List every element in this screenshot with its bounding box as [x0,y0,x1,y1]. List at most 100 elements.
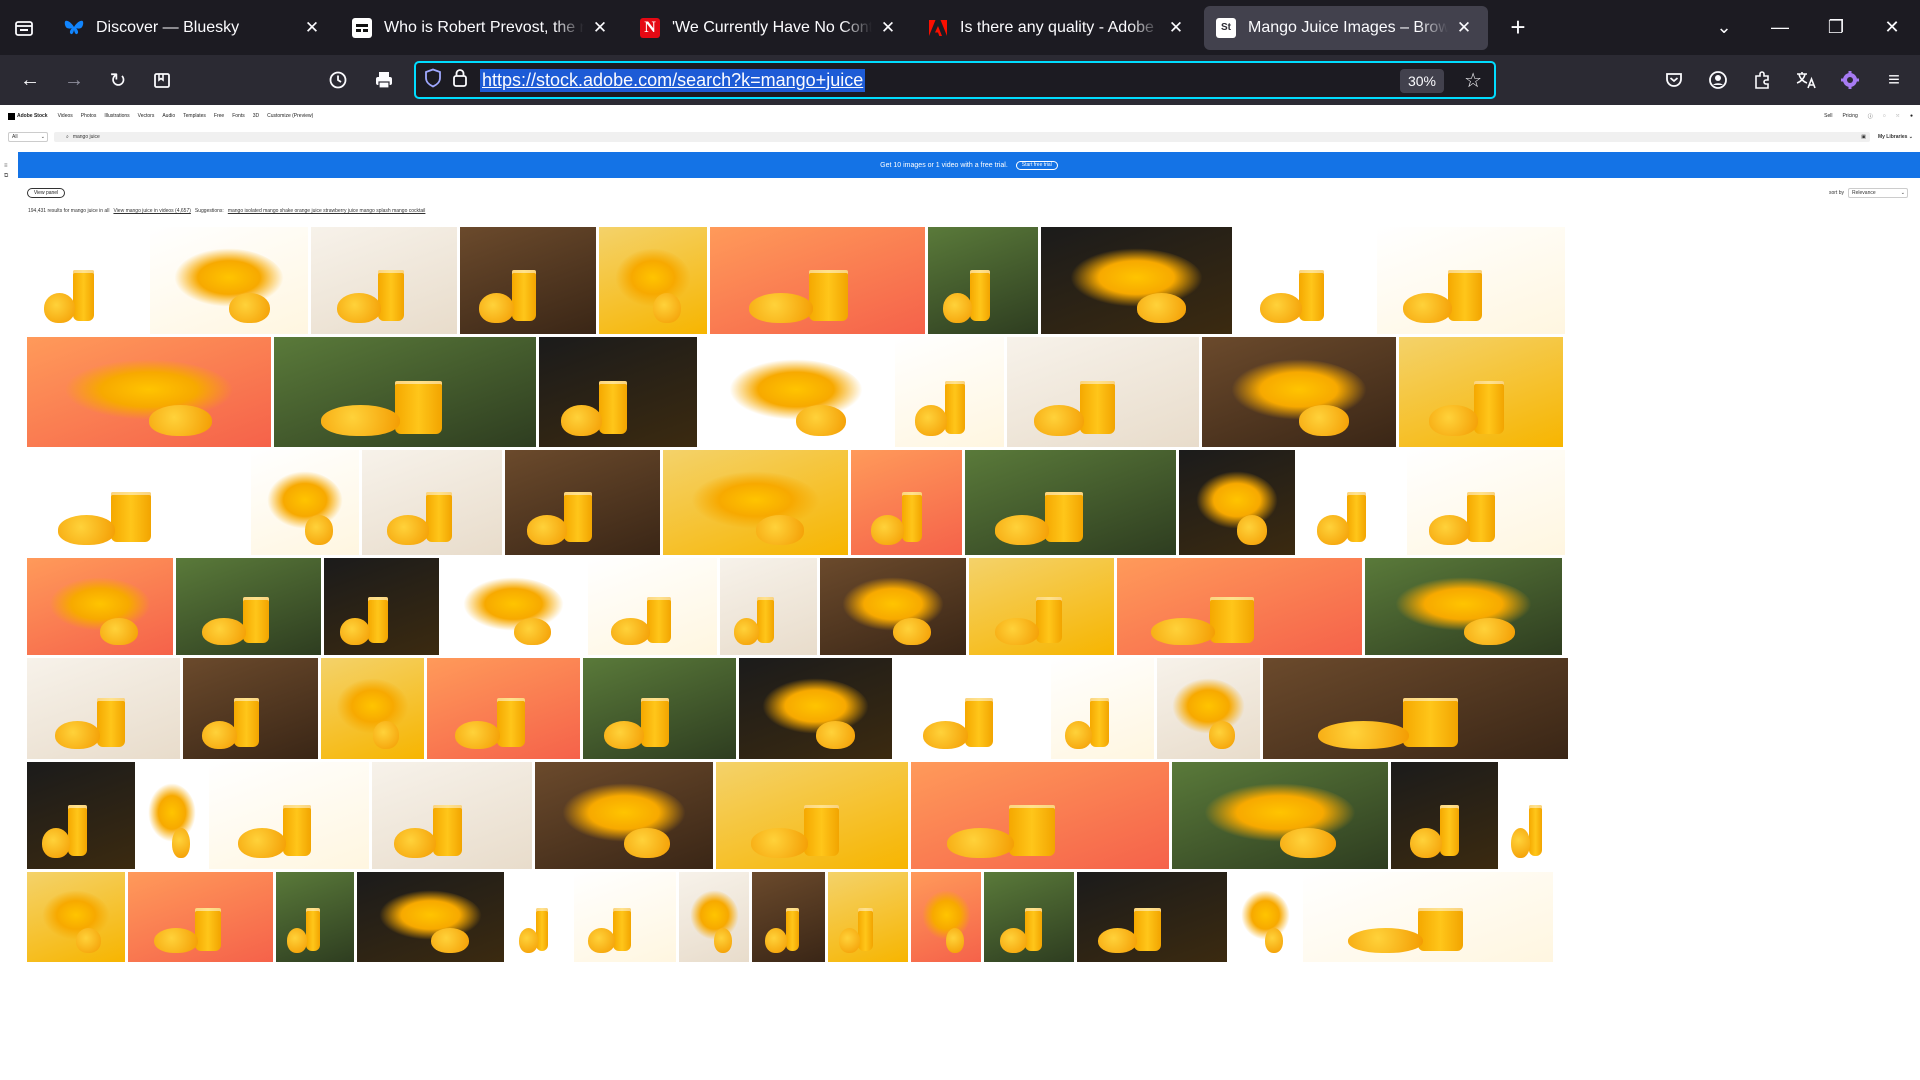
result-thumbnail[interactable] [535,762,713,869]
asset-type-filter[interactable]: All ⌄ [8,132,48,142]
result-thumbnail[interactable] [599,227,707,334]
result-thumbnail[interactable] [895,337,1004,447]
visual-search-icon[interactable]: ▣ [1861,134,1866,140]
result-thumbnail[interactable] [1007,337,1199,447]
result-thumbnail[interactable] [442,558,585,655]
result-thumbnail[interactable] [427,658,580,759]
nav-3d[interactable]: 3D [253,113,259,119]
result-thumbnail[interactable] [911,872,981,962]
avatar[interactable]: ● [1910,113,1913,119]
adobe-stock-logo[interactable]: Adobe Stock [8,112,48,120]
result-thumbnail[interactable] [911,762,1169,869]
extensions-icon[interactable] [1740,60,1784,100]
result-thumbnail[interactable] [372,762,532,869]
result-thumbnail[interactable] [700,337,892,447]
result-thumbnail[interactable] [969,558,1114,655]
minimize-button[interactable]: — [1752,0,1808,55]
result-thumbnail[interactable] [1230,872,1300,962]
result-thumbnail[interactable] [1117,558,1362,655]
result-thumbnail[interactable] [138,762,206,869]
result-thumbnail[interactable] [27,558,173,655]
reload-icon[interactable]: ↻ [96,60,140,100]
result-thumbnail[interactable] [321,658,424,759]
result-thumbnail[interactable] [1391,762,1498,869]
address-bar[interactable]: https://stock.adobe.com/search?k=mango+j… [414,61,1496,99]
nav-audio[interactable]: Audio [162,113,175,119]
result-thumbnail[interactable] [357,872,504,962]
nav-vectors[interactable]: Vectors [138,113,155,119]
close-tab-icon[interactable]: ✕ [1166,18,1186,38]
sell-link[interactable]: Sell [1824,113,1832,119]
restore-button[interactable]: ❐ [1808,0,1864,55]
result-thumbnail[interactable] [1377,227,1565,334]
result-thumbnail[interactable] [739,658,892,759]
result-thumbnail[interactable] [588,558,717,655]
start-free-trial-button[interactable]: Start free trial [1015,160,1058,170]
result-thumbnail[interactable] [583,658,736,759]
nav-templates[interactable]: Templates [183,113,206,119]
result-thumbnail[interactable] [828,872,908,962]
bookmark-star-icon[interactable]: ☆ [1464,68,1482,93]
result-thumbnail[interactable] [1179,450,1295,555]
filters-icon[interactable]: ≡ [4,163,8,169]
close-tab-icon[interactable]: ✕ [1454,18,1474,38]
forward-icon[interactable]: → [52,60,96,100]
result-thumbnail[interactable] [1051,658,1154,759]
result-thumbnail[interactable] [209,762,369,869]
result-thumbnail[interactable] [150,227,308,334]
result-thumbnail[interactable] [710,227,925,334]
view-videos-link[interactable]: View mango juice in videos (4,657) [113,208,190,214]
tab-mango-juice[interactable]: St Mango Juice Images – Browse ✕ [1204,5,1488,50]
result-thumbnail[interactable] [928,227,1038,334]
result-thumbnail[interactable] [505,450,660,555]
result-thumbnail[interactable] [716,762,908,869]
search-input[interactable]: ⌕ mango juice ▣ [54,132,1870,142]
result-thumbnail[interactable] [1298,450,1404,555]
result-thumbnail[interactable] [1172,762,1388,869]
result-thumbnail[interactable] [1263,658,1568,759]
result-thumbnail[interactable] [27,337,271,447]
nav-fonts[interactable]: Fonts [232,113,245,119]
apps-grid-icon[interactable]: ⁙ [1896,113,1900,119]
zoom-level-badge[interactable]: 30% [1399,69,1444,93]
translate-icon[interactable] [1784,60,1828,100]
nav-photos[interactable]: Photos [81,113,97,119]
result-thumbnail[interactable] [27,227,147,334]
pricing-link[interactable]: Pricing [1842,113,1857,119]
result-thumbnail[interactable] [460,227,596,334]
result-thumbnail[interactable] [965,450,1176,555]
result-thumbnail[interactable] [251,450,359,555]
result-thumbnail[interactable] [1501,762,1574,869]
result-thumbnail[interactable] [1077,872,1227,962]
menu-icon[interactable]: ≡ [1872,60,1916,100]
tab-bluesky[interactable]: Discover — Bluesky ✕ [52,6,336,50]
result-thumbnail[interactable] [128,872,273,962]
lock-icon[interactable] [452,68,468,93]
my-libraries-button[interactable]: My Libraries ⌄ [1878,134,1913,140]
print-icon[interactable] [362,60,406,100]
sort-select[interactable]: Relevance ⌄ [1848,188,1908,198]
nav-customize[interactable]: Customize (Preview) [267,113,313,119]
view-panel-button[interactable]: View panel [27,188,65,198]
result-thumbnail[interactable] [183,658,318,759]
tracking-protection-icon[interactable] [424,68,442,93]
result-thumbnail[interactable] [507,872,571,962]
result-thumbnail[interactable] [27,450,248,555]
result-thumbnail[interactable] [984,872,1074,962]
new-tab-button[interactable]: + [1496,6,1540,50]
firefox-view-icon[interactable] [0,0,48,55]
result-thumbnail[interactable] [679,872,749,962]
list-all-tabs-icon[interactable]: ⌄ [1696,0,1752,55]
puzzle-extension-icon[interactable] [1828,60,1872,100]
result-thumbnail[interactable] [1365,558,1562,655]
result-thumbnail[interactable] [27,762,135,869]
close-window-button[interactable]: ✕ [1864,0,1920,55]
result-thumbnail[interactable] [27,872,125,962]
suggestions-links[interactable]: mango isolated mango shake orange juice … [228,208,426,214]
result-thumbnail[interactable] [1041,227,1232,334]
history-icon[interactable] [316,60,360,100]
result-thumbnail[interactable] [1202,337,1396,447]
tab-robert-prevost[interactable]: Who is Robert Prevost, the new ✕ [340,6,624,50]
result-thumbnail[interactable] [574,872,676,962]
result-thumbnail[interactable] [274,337,536,447]
